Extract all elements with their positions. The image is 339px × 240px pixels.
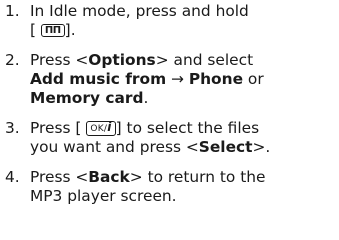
to-select-text: ] to select the files	[115, 119, 260, 137]
step-4: 4. Press <Back> to return to the MP3 pla…	[0, 168, 339, 206]
or-text: or	[243, 70, 264, 88]
press-text: Press [	[30, 119, 82, 137]
period: >.	[252, 138, 271, 156]
step-3: 3. Press [ OK/i] to select the files you…	[0, 119, 339, 157]
arrow: →	[166, 70, 189, 88]
step-text: you want and press <	[30, 138, 199, 156]
step-2: 2. Press <Options> and select Add music …	[0, 51, 339, 108]
mp3-key-icon: ΠΠ	[40, 24, 65, 37]
step-text: MP3 player screen.	[30, 187, 177, 205]
mp3-key-label: ΠΠ	[44, 25, 61, 36]
add-music-from-label: Add music from	[30, 70, 167, 88]
back-softkey-label: Back	[88, 168, 130, 186]
period: .	[70, 21, 76, 39]
ok-key-icon: OK/i	[86, 120, 116, 136]
to-return-text: > to return to the	[129, 168, 266, 186]
info-key-label: i	[107, 120, 112, 134]
period: .	[143, 89, 149, 107]
step-number: 3.	[5, 119, 20, 137]
and-select-text: > and select	[155, 51, 254, 69]
step-number: 4.	[5, 168, 20, 186]
options-softkey-label: Options	[88, 51, 156, 69]
memory-card-label: Memory card	[30, 89, 144, 107]
select-softkey-label: Select	[198, 138, 253, 156]
press-text: Press <	[30, 51, 89, 69]
step-1: 1. In Idle mode, press and hold [ ΠΠ].	[0, 2, 339, 40]
step-text: In Idle mode, press and hold	[30, 2, 249, 20]
step-number: 2.	[5, 51, 20, 69]
bracket-open: [	[30, 21, 37, 39]
ok-key-label: OK/	[90, 124, 108, 134]
step-number: 1.	[5, 2, 20, 20]
instruction-steps: 1. In Idle mode, press and hold [ ΠΠ]. 2…	[0, 0, 339, 206]
phone-label: Phone	[188, 70, 244, 88]
press-text: Press <	[30, 168, 89, 186]
